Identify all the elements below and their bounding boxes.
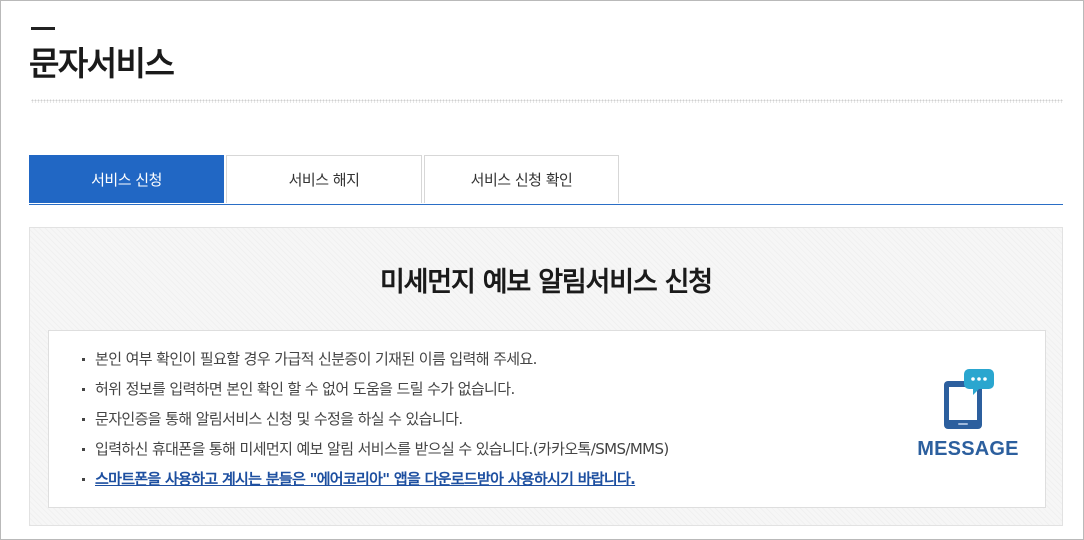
airkorea-app-download-link[interactable]: 스마트폰을 사용하고 계시는 분들은 "에어코리아" 앱을 다운로드받아 사용하…: [95, 470, 636, 488]
title-accent-bar: [31, 27, 55, 30]
page-title: 문자서비스: [29, 44, 175, 83]
notice-item: 입력하신 휴대폰을 통해 미세먼지 예보 알림 서비스를 받으실 수 있습니다.…: [81, 437, 669, 467]
tab-service-apply-check[interactable]: 서비스 신청 확인: [424, 155, 619, 203]
application-panel: 미세먼지 예보 알림서비스 신청 본인 여부 확인이 필요할 경우 가급적 신분…: [29, 227, 1063, 526]
notice-box: 본인 여부 확인이 필요할 경우 가급적 신분증이 기재된 이름 입력해 주세요…: [48, 330, 1046, 508]
panel-heading: 미세먼지 예보 알림서비스 신청: [380, 267, 713, 298]
tab-service-apply[interactable]: 서비스 신청: [29, 155, 224, 203]
notice-item: 문자인증을 통해 알림서비스 신청 및 수정을 하실 수 있습니다.: [81, 407, 669, 437]
phone-message-icon: [944, 369, 994, 429]
notice-list: 본인 여부 확인이 필요할 경우 가급적 신분증이 기재된 이름 입력해 주세요…: [81, 347, 669, 497]
title-divider: [31, 99, 1063, 103]
service-tabs: 서비스 신청 서비스 해지 서비스 신청 확인: [29, 155, 1063, 205]
tab-service-cancel[interactable]: 서비스 해지: [226, 155, 422, 203]
notice-item: 본인 여부 확인이 필요할 경우 가급적 신분증이 기재된 이름 입력해 주세요…: [81, 347, 669, 377]
notice-item: 허위 정보를 입력하면 본인 확인 할 수 없어 도움을 드릴 수가 없습니다.: [81, 377, 669, 407]
message-label: MESSAGE: [917, 438, 1019, 460]
notice-item-app: 스마트폰을 사용하고 계시는 분들은 "에어코리아" 앱을 다운로드받아 사용하…: [81, 467, 669, 497]
